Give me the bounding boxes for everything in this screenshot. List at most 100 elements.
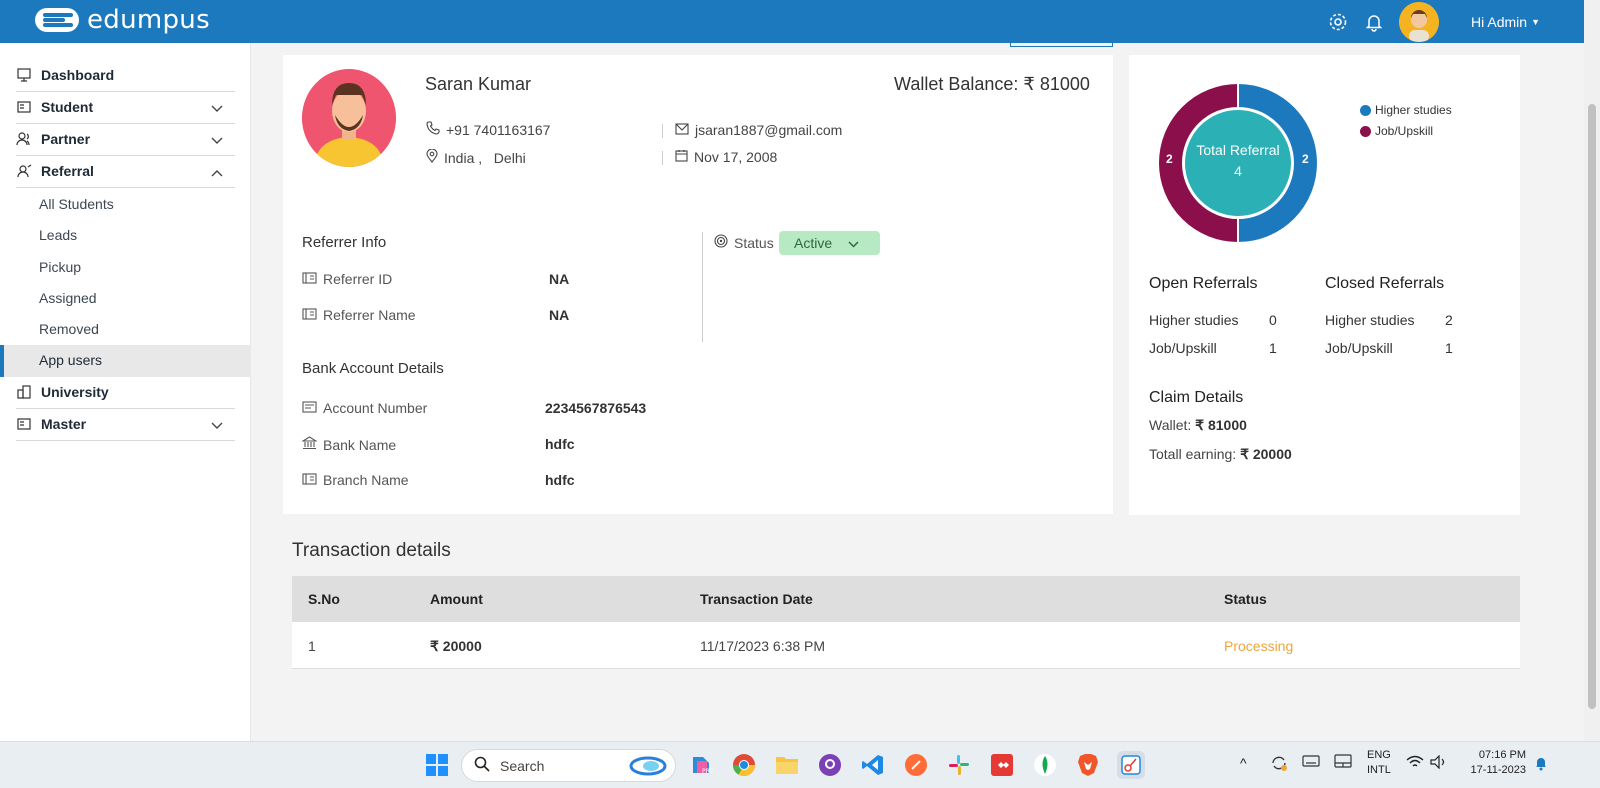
donut-left-label: 2 [1166, 152, 1173, 166]
postman-icon[interactable] [902, 751, 930, 779]
page-scrollbar[interactable] [1584, 0, 1600, 741]
clock-date: 17-11-2023 [1470, 764, 1526, 776]
sidebar-item-dashboard[interactable]: Dashboard [16, 59, 235, 92]
dob-text: Nov 17, 2008 [694, 149, 778, 165]
transaction-table-header: S.No Amount Transaction Date Status [292, 576, 1520, 622]
search-highlight-icon [629, 756, 667, 779]
referrer-info-title: Referrer Info [302, 234, 387, 251]
logo-mark-icon [33, 6, 81, 34]
open-referrals-label: Higher studies [1149, 312, 1239, 328]
sidebar-item-label: Student [41, 99, 94, 115]
column-header-amount: Amount [430, 591, 483, 607]
id-card-icon [302, 472, 317, 488]
sidebar-subitem-label: App users [39, 352, 103, 368]
admin-menu-toggle[interactable]: Hi Admin ▼ [1471, 14, 1540, 30]
mongodb-compass-icon[interactable] [1031, 751, 1059, 779]
file-explorer-icon[interactable] [773, 751, 801, 779]
brave-icon[interactable] [1074, 751, 1102, 779]
sidebar-item-label: University [41, 384, 109, 400]
branch-name-label-text: Branch Name [323, 472, 409, 488]
caret-down-icon: ▼ [1531, 16, 1540, 27]
sidebar-item-master[interactable]: Master [16, 408, 235, 441]
sync-icon[interactable] [1270, 754, 1288, 777]
notification-center-icon[interactable] [1534, 755, 1548, 776]
claim-wallet-row: Wallet: ₹ 81000 [1149, 417, 1247, 434]
id-card-icon [302, 307, 317, 323]
keyboard-layout: INTL [1367, 764, 1391, 776]
sidebar-subitem-assigned[interactable]: Assigned [39, 290, 97, 306]
brand-logo[interactable]: edumpus [33, 5, 210, 35]
bank-name-value: hdfc [545, 436, 575, 452]
windows-start-icon[interactable] [423, 751, 451, 779]
dashboard-icon [16, 67, 32, 83]
sidebar-item-label: Master [41, 416, 87, 432]
taskbar-search[interactable]: Search [461, 749, 676, 782]
tray-overflow-chevron-icon[interactable]: ^ [1240, 756, 1247, 771]
volume-icon[interactable] [1430, 754, 1448, 774]
chevron-down-icon [848, 235, 859, 251]
anydesk-icon[interactable] [988, 751, 1016, 779]
referrer-name-value: NA [549, 307, 570, 323]
sidebar: Dashboard Student Partner Referral All S… [0, 43, 251, 741]
email-text: jsaran1887@gmail.com [695, 122, 843, 138]
column-header-status: Status [1224, 591, 1267, 607]
sidebar-subitem-leads[interactable]: Leads [39, 227, 77, 243]
sidebar-item-label: Dashboard [41, 67, 115, 83]
search-icon [474, 756, 490, 775]
status-dropdown[interactable]: Active [779, 231, 880, 255]
referrer-name-label: Referrer Name [302, 307, 416, 323]
language-indicator[interactable]: ENG INTL [1367, 748, 1391, 778]
slack-icon[interactable] [945, 751, 973, 779]
github-desktop-icon[interactable] [816, 751, 844, 779]
email-row: jsaran1887@gmail.com [675, 122, 842, 138]
open-referrals-value: 0 [1269, 312, 1277, 328]
column-header-transaction-date: Transaction Date [700, 591, 813, 607]
chrome-icon[interactable] [730, 751, 758, 779]
student-icon [16, 99, 32, 115]
sidebar-subitem-app-users[interactable]: App users [0, 345, 251, 377]
chevron-down-icon [211, 417, 223, 433]
location-pin-icon [426, 148, 438, 166]
closed-referrals-label: Job/Upskill [1325, 340, 1393, 356]
cell-sno: 1 [308, 638, 316, 654]
account-number-label: Account Number [302, 400, 427, 416]
closed-referrals-value: 2 [1445, 312, 1453, 328]
cell-transaction-date: 11/17/2023 6:38 PM [700, 638, 826, 654]
clock[interactable]: 07:16 PM 17-11-2023 [1462, 748, 1526, 778]
sidebar-item-partner[interactable]: Partner [16, 123, 235, 156]
notification-bell-icon[interactable] [1363, 11, 1385, 33]
touchpad-icon[interactable] [1334, 754, 1352, 773]
search-placeholder: Search [500, 757, 545, 774]
account-icon [302, 400, 317, 416]
wifi-icon[interactable] [1406, 755, 1424, 774]
sidebar-item-referral[interactable]: Referral [16, 155, 235, 188]
svg-text:PRE: PRE [702, 768, 713, 775]
scrollbar-thumb[interactable] [1588, 104, 1596, 709]
phone-row: +91 7401163167 [426, 121, 550, 138]
sidebar-subitem-removed[interactable]: Removed [39, 321, 99, 337]
bank-name-label: Bank Name [301, 436, 397, 453]
legend-dot [1360, 125, 1371, 137]
claim-earning-value: ₹ 20000 [1240, 446, 1292, 462]
sidebar-subitem-all-students[interactable]: All Students [39, 196, 114, 212]
sidebar-subitem-pickup[interactable]: Pickup [39, 259, 81, 275]
master-icon [16, 416, 32, 432]
legend-item-job-upskill[interactable]: Job/Upskill [1360, 124, 1433, 138]
copilot-icon[interactable]: PRE [687, 751, 715, 779]
keyboard-icon[interactable] [1302, 754, 1320, 773]
legend-dot [1360, 104, 1371, 116]
donut-right-label: 2 [1302, 152, 1309, 166]
legend-item-higher-studies[interactable]: Higher studies [1360, 103, 1452, 117]
sidebar-item-student[interactable]: Student [16, 91, 235, 124]
referrer-id-value: NA [549, 271, 570, 287]
table-row[interactable]: 1 ₹ 20000 11/17/2023 6:38 PM Processing [292, 622, 1520, 669]
closed-referrals-value: 1 [1445, 340, 1453, 356]
referrer-id-label: Referrer ID [302, 271, 392, 287]
status-value: Active [794, 235, 833, 251]
snipping-tool-icon[interactable] [1117, 751, 1145, 779]
settings-gear-icon[interactable] [1327, 11, 1349, 33]
sidebar-item-university[interactable]: University [16, 376, 235, 409]
vscode-icon[interactable] [859, 751, 887, 779]
bank-name-label-text: Bank Name [323, 436, 397, 453]
admin-avatar[interactable] [1399, 1, 1440, 42]
